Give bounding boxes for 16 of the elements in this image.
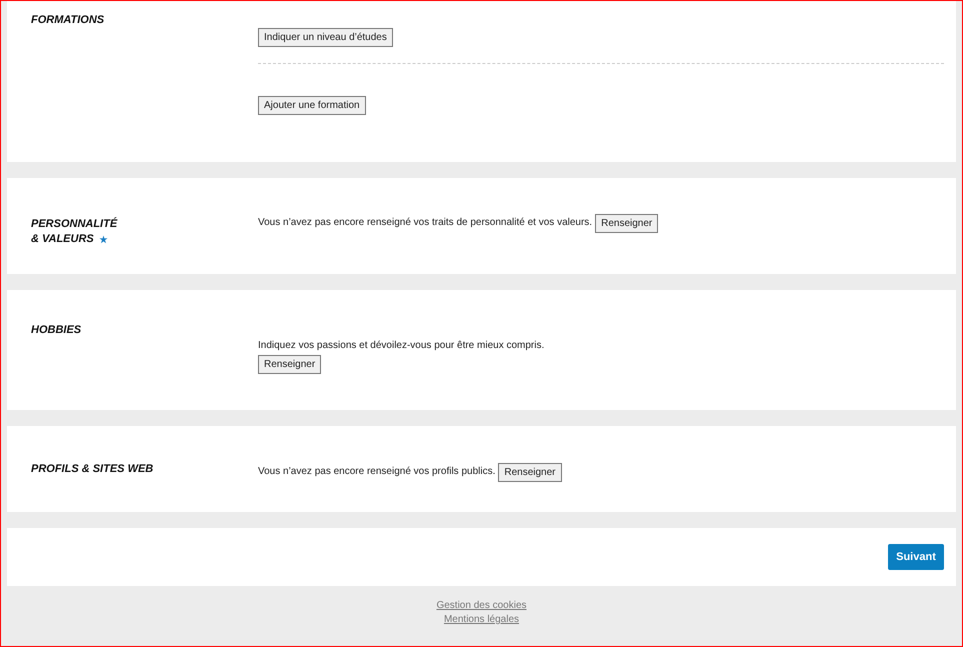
section-text: Vous n’avez pas encore renseigné vos profils publics. bbox=[258, 465, 496, 479]
next-button[interactable]: Suivant bbox=[888, 544, 944, 570]
section-title: HOBBIES bbox=[31, 323, 82, 338]
section-title: PROFILS & SITES WEB bbox=[31, 462, 154, 476]
footer-link[interactable]: Gestion des cookies bbox=[436, 600, 527, 612]
section-title: PERSONNALITÉ bbox=[31, 217, 118, 232]
form-button[interactable]: Ajouter une formation bbox=[258, 96, 366, 115]
renseigner-button[interactable]: Renseigner bbox=[258, 355, 322, 374]
renseigner-button[interactable]: Renseigner bbox=[595, 214, 658, 232]
footer-link[interactable]: Mentions légales bbox=[444, 614, 520, 626]
section-text: Vous n’avez pas encore renseigné vos traits de personnalité et vos valeurs. bbox=[258, 216, 592, 230]
section-title: & VALEURS bbox=[31, 232, 94, 247]
renseigner-button[interactable]: Renseigner bbox=[498, 462, 562, 482]
form-button[interactable]: Indiquer un niveau d’études bbox=[258, 28, 393, 47]
section-text: Indiquez vos passions et dévoilez-vous pour être mieux compris. bbox=[258, 339, 544, 353]
section-title: FORMATIONS bbox=[31, 13, 104, 28]
